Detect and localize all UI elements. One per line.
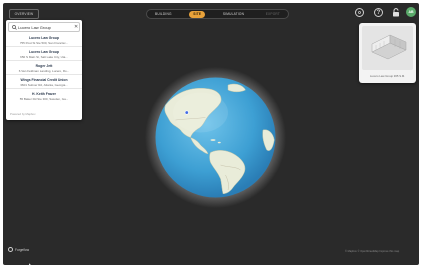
search-box: ✕ — [8, 22, 80, 32]
tab-export[interactable]: EXPORT — [262, 11, 284, 18]
result-name: Roger Jett — [35, 63, 53, 68]
map-viewport[interactable]: OVERVIEW BUILDING SITE SIMULATION EXPORT… — [3, 3, 419, 265]
overview-button[interactable]: OVERVIEW — [9, 9, 39, 19]
search-icon — [10, 23, 18, 31]
search-result-item[interactable]: Wings Financial Credit Union 3601 Suttne… — [6, 75, 82, 89]
result-name: Wings Financial Credit Union — [20, 77, 68, 82]
settings-icon[interactable] — [355, 8, 364, 17]
close-icon[interactable]: ✕ — [74, 23, 78, 31]
result-address: 6 Van Feldman Landing, Lucero, Ro... — [18, 68, 70, 73]
building-thumbnail — [362, 26, 413, 70]
search-result-item[interactable]: Lucero Law Group 755 Post St Ste 500, Sa… — [6, 33, 82, 47]
tab-simulation[interactable]: SIMULATION — [219, 11, 248, 18]
result-name: Lucero Law Group — [29, 35, 59, 40]
map-attribution[interactable]: © Mapbox © OpenStreetMap Improve this ma… — [345, 250, 399, 253]
powered-by-text: Powered by Mapbox — [10, 112, 36, 116]
brand-name: Forgeflow — [15, 247, 29, 252]
tab-building[interactable]: BUILDING — [151, 11, 176, 18]
tab-site[interactable]: SITE — [189, 10, 206, 18]
search-result-item[interactable]: Roger Jett 6 Van Feldman Landing, Lucero… — [6, 61, 82, 75]
search-panel: ✕ Lucero Law Group 755 Post St Ste 500, … — [6, 20, 82, 120]
search-result-item[interactable]: H. Keith Frazer 55 Baker Rd Ste 300, Swe… — [6, 89, 82, 103]
lock-icon[interactable] — [391, 8, 400, 17]
globe[interactable] — [153, 75, 278, 200]
search-input[interactable] — [18, 23, 72, 31]
mouse-cursor-icon — [28, 257, 34, 265]
brand-logo: Forgeflow — [8, 247, 29, 252]
brand-icon — [8, 247, 13, 252]
help-icon[interactable]: ? — [374, 8, 383, 17]
globe-map[interactable] — [135, 57, 296, 218]
building-preview-card[interactable]: Lucero Law Group 365 S.M. — [359, 23, 416, 83]
preview-label: Lucero Law Group 365 S.M. — [370, 74, 405, 78]
result-address: 650 S Main St, Salt Lake City, Uta... — [20, 54, 68, 59]
result-name: H. Keith Frazer — [32, 91, 56, 96]
result-address: 55 Baker Rd Ste 300, Sweden, Ga... — [19, 96, 69, 101]
result-address: 755 Post St Ste 500, San Francisc... — [19, 40, 69, 45]
mode-switcher: BUILDING SITE SIMULATION EXPORT — [146, 9, 289, 19]
result-address: 3601 Suttner Rd, Atlanta, Georgia... — [20, 82, 68, 87]
search-result-item[interactable]: Lucero Law Group 650 S Main St, Salt Lak… — [6, 47, 82, 61]
result-name: Lucero Law Group — [29, 49, 59, 54]
avatar[interactable]: AB — [406, 7, 416, 17]
